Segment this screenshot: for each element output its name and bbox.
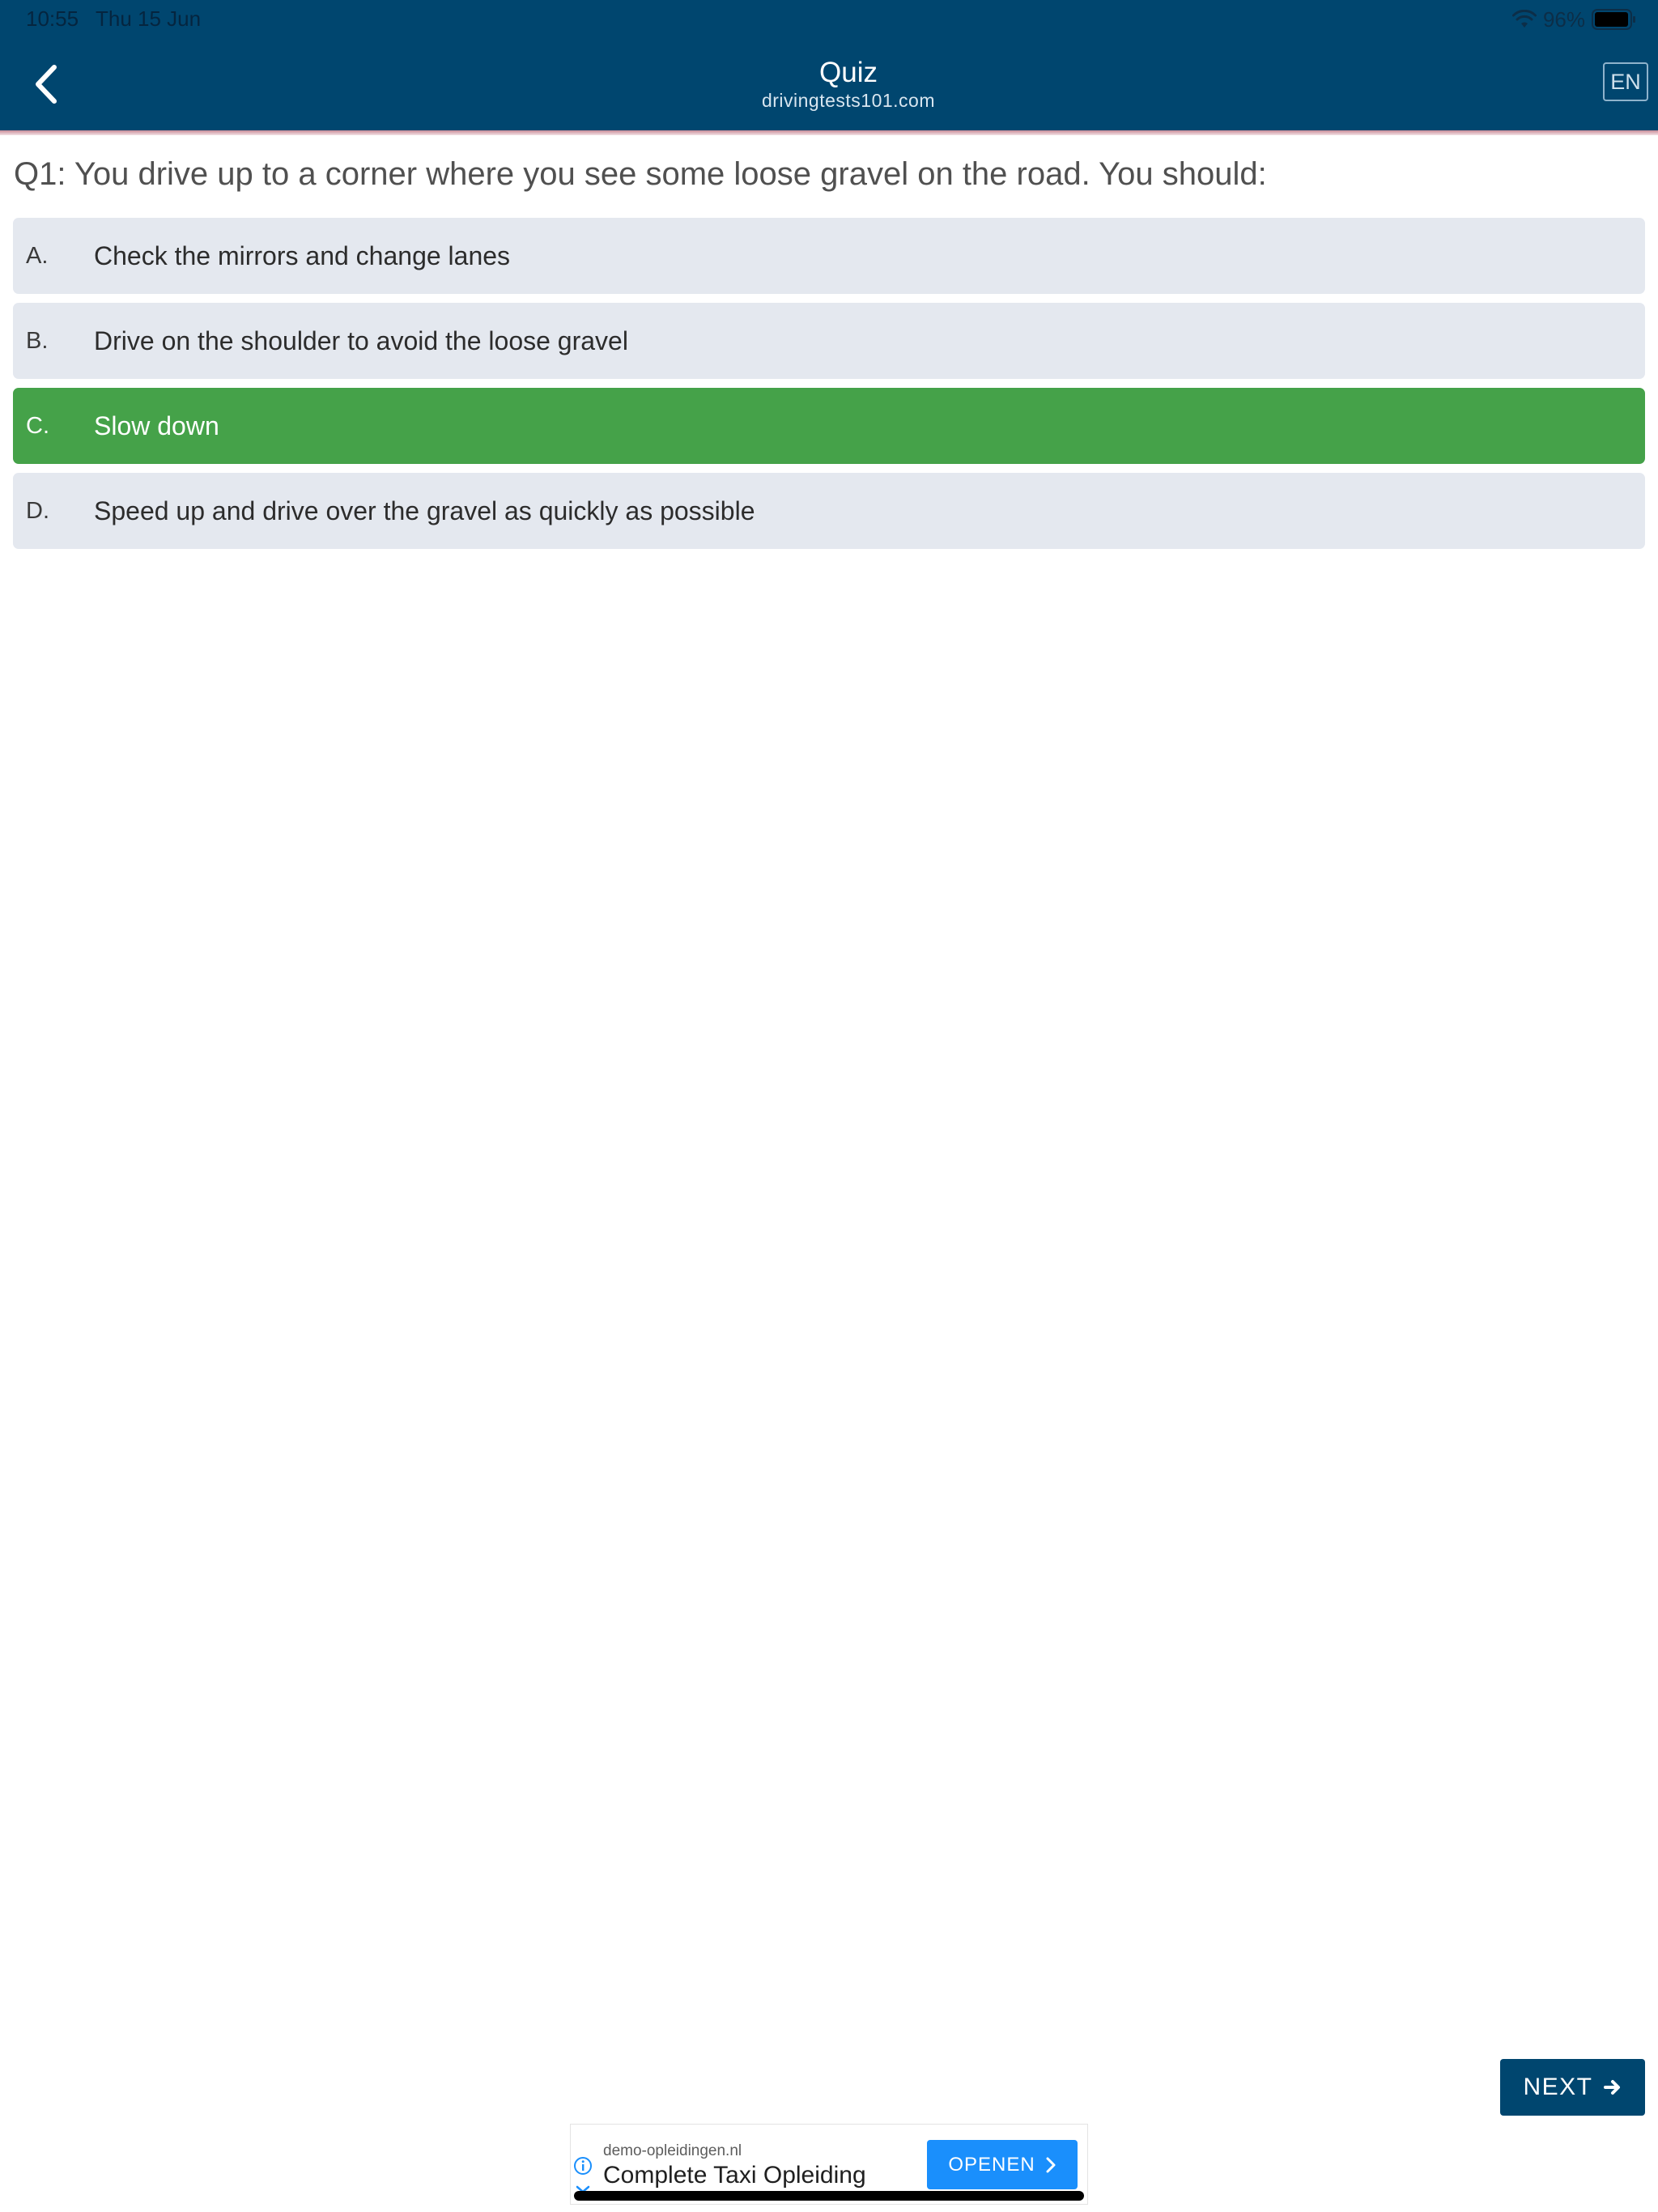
chevron-right-icon [1046,2157,1056,2172]
ad-open-label: OPENEN [948,2153,1035,2176]
question-text: Q1: You drive up to a corner where you s… [14,156,1267,192]
answer-label: Speed up and drive over the gravel as qu… [94,496,755,525]
answer-option-d[interactable]: D. Speed up and drive over the gravel as… [13,473,1645,549]
app-header: 10:55 Thu 15 Jun 96% Quiz drivingtests10… [0,0,1658,130]
battery-percent: 96% [1542,6,1585,32]
next-button[interactable]: NEXT [1500,2059,1645,2116]
battery-icon [1592,9,1635,30]
status-indicators: 96% [1511,6,1637,32]
status-date: Thu 15 Jun [96,6,202,31]
answer-list: A. Check the mirrors and change lanes B.… [13,218,1645,558]
answer-option-a[interactable]: A. Check the mirrors and change lanes [13,218,1645,294]
header-divider [0,130,1658,135]
answer-label: Drive on the shoulder to avoid the loose… [94,325,628,355]
page-subtitle: drivingtests101.com [761,90,936,111]
next-button-label: NEXT [1523,2074,1593,2100]
answer-option-b[interactable]: B. Drive on the shoulder to avoid the lo… [13,303,1645,379]
ad-open-button[interactable]: OPENEN [927,2140,1078,2189]
status-time: 10:55 [26,6,79,31]
answer-letter: D. [26,497,49,524]
page-title: Quiz [819,57,878,88]
ad-domain: demo-opleidingen.nl [603,2142,742,2159]
answer-option-c[interactable]: C. Slow down [13,388,1645,464]
wifi-icon [1511,10,1537,28]
home-indicator[interactable] [574,2191,1084,2201]
answer-letter: C. [26,412,49,439]
answer-letter: B. [26,327,49,354]
answer-label: Slow down [94,410,219,440]
info-icon[interactable] [573,2156,593,2176]
answer-letter: A. [26,242,49,269]
ad-title[interactable]: Complete Taxi Opleiding [603,2162,866,2189]
arrow-right-icon [1603,2080,1620,2095]
language-button[interactable]: EN [1603,62,1648,101]
answer-label: Check the mirrors and change lanes [94,240,511,270]
